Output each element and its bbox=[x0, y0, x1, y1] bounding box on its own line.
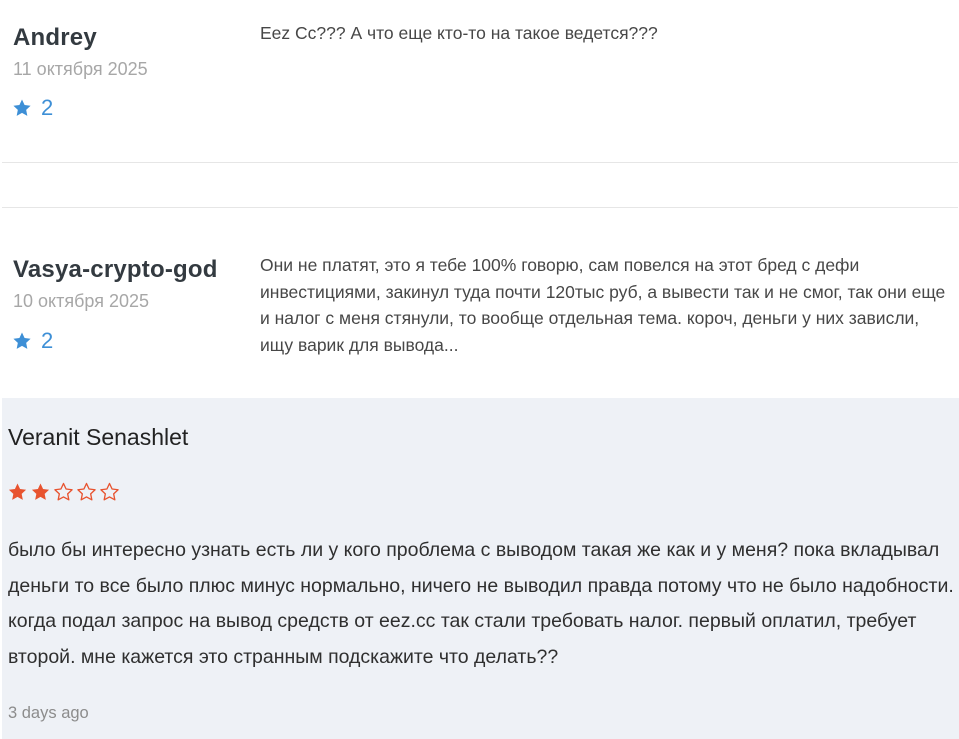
star-empty-icon bbox=[99, 482, 120, 502]
rating-value: 2 bbox=[41, 328, 54, 353]
review-author: Veranit Senashlet bbox=[8, 424, 189, 450]
rating-value: 2 bbox=[41, 95, 54, 120]
star-empty-icon bbox=[76, 482, 97, 502]
featured-review-card: Veranit Senashlet было бы интересно узна… bbox=[2, 398, 959, 739]
review-time: 3 days ago bbox=[8, 704, 89, 722]
review-date: 10 октября 2025 bbox=[13, 291, 150, 311]
review-card: Andrey 11 октября 2025 2 Eez Cc??? А что… bbox=[0, 0, 959, 162]
review-date: 11 октября 2025 bbox=[13, 59, 148, 79]
divider bbox=[2, 162, 958, 163]
review-rating[interactable]: 2 bbox=[12, 95, 53, 121]
star-icon bbox=[12, 331, 32, 351]
star-icon bbox=[12, 98, 32, 118]
review-card: Vasya-crypto-god 10 октября 2025 2 Они н… bbox=[0, 208, 959, 398]
review-author[interactable]: Andrey bbox=[13, 24, 97, 52]
review-text: Они не платят, это я тебе 100% говорю, с… bbox=[260, 255, 946, 356]
review-text: Eez Cc??? А что еще кто-то на такое веде… bbox=[260, 23, 658, 43]
star-empty-icon bbox=[53, 482, 74, 502]
star-filled-icon bbox=[30, 482, 51, 502]
review-rating[interactable]: 2 bbox=[12, 328, 53, 354]
review-author[interactable]: Vasya-crypto-god bbox=[13, 256, 218, 284]
star-rating bbox=[7, 482, 120, 502]
review-text: было бы интересно узнать есть ли у кого … bbox=[8, 539, 954, 668]
star-filled-icon bbox=[7, 482, 28, 502]
